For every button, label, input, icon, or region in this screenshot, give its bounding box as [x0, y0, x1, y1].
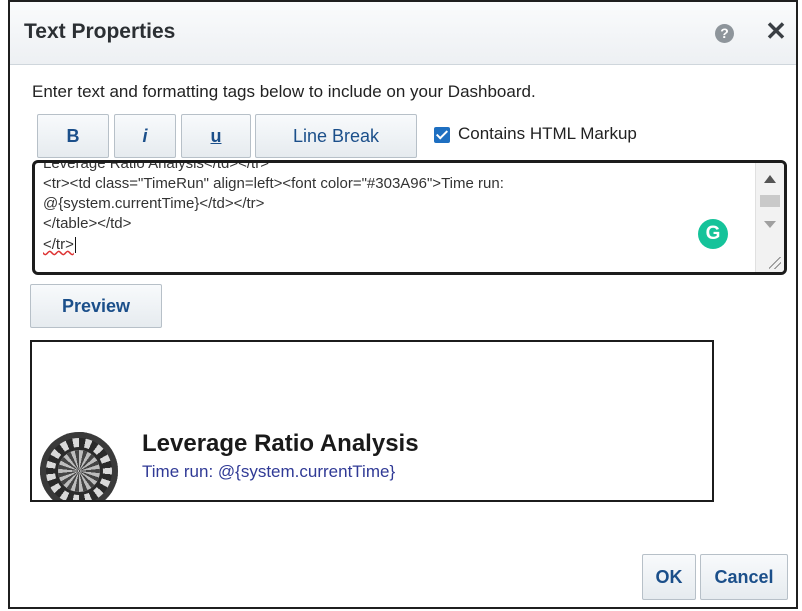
cancel-button[interactable]: Cancel — [700, 554, 788, 600]
preview-pane: Leverage Ratio Analysis Time run: @{syst… — [30, 340, 714, 502]
preview-title: Leverage Ratio Analysis — [142, 430, 419, 457]
resize-handle-icon[interactable] — [769, 257, 781, 269]
ok-button[interactable]: OK — [642, 554, 696, 600]
instruction-text: Enter text and formatting tags below to … — [32, 82, 536, 101]
dialog-title: Text Properties — [24, 20, 176, 43]
text-caret — [74, 237, 76, 254]
preview-time-run: Time run: @{system.currentTime} — [142, 462, 396, 481]
editor-line: </table></td> — [43, 215, 132, 232]
dialog-titlebar: Text Properties ? ✕ — [10, 2, 796, 65]
grammarly-icon[interactable]: G — [698, 219, 728, 249]
underline-button[interactable]: u — [181, 114, 251, 158]
editor-scrollbar[interactable] — [755, 163, 784, 272]
help-icon[interactable]: ? — [715, 24, 734, 43]
contains-html-checkbox[interactable] — [434, 127, 450, 143]
editor-line: <tr><td class="TimeRun" align=left><font… — [43, 175, 504, 192]
editor-line: Leverage Ratio Analysis</td></tr> — [43, 160, 269, 172]
italic-button[interactable]: i — [114, 114, 176, 158]
editor-current-text: </tr> — [43, 236, 74, 253]
scroll-thumb[interactable] — [760, 195, 780, 207]
scroll-down-icon[interactable] — [764, 221, 776, 228]
close-icon[interactable]: ✕ — [765, 17, 787, 45]
bold-button[interactable]: B — [37, 114, 109, 158]
scroll-up-icon[interactable] — [764, 175, 776, 183]
text-properties-dialog: Text Properties ? ✕ Enter text and forma… — [8, 0, 798, 609]
contains-html-label[interactable]: Contains HTML Markup — [458, 124, 637, 144]
html-text-editor[interactable]: Leverage Ratio Analysis</td></tr> <tr><t… — [32, 160, 787, 275]
editor-line: @{system.currentTime}</td></tr> — [43, 195, 265, 212]
preview-button[interactable]: Preview — [30, 284, 162, 328]
editor-line-current: </tr> — [43, 236, 76, 254]
dartboard-icon — [40, 432, 118, 500]
line-break-button[interactable]: Line Break — [255, 114, 417, 158]
